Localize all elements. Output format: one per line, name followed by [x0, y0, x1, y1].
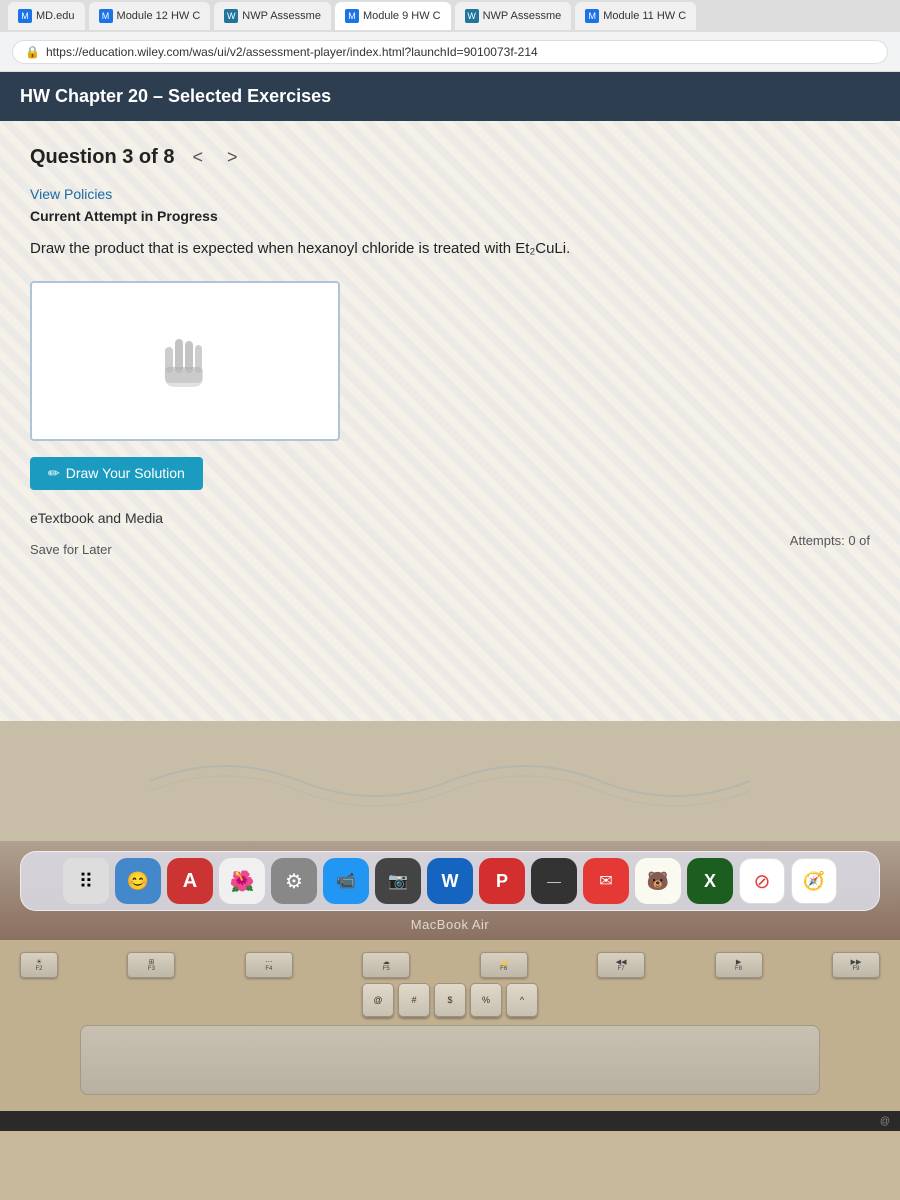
lock-icon: 🔒 [25, 45, 40, 59]
tab-favicon-nwp1: W [224, 9, 238, 23]
next-question-button[interactable]: > [221, 145, 244, 170]
page-header: HW Chapter 20 – Selected Exercises [0, 72, 900, 121]
pencil-icon: ✏ [48, 465, 60, 482]
dock-icon-mail[interactable]: ✉ [583, 858, 629, 904]
address-text: https://education.wiley.com/was/ui/v2/as… [46, 45, 538, 59]
address-bar: 🔒 https://education.wiley.com/was/ui/v2/… [0, 32, 900, 72]
dock-icon-camera[interactable]: 📷 [375, 858, 421, 904]
key-percent[interactable]: % [470, 983, 502, 1017]
dock-icon-powerpoint[interactable]: P [479, 858, 525, 904]
dock-icon-launchpad[interactable]: ⠿ [63, 858, 109, 904]
dock-icon-finder[interactable]: 😊 [115, 858, 161, 904]
drawing-canvas[interactable] [30, 281, 340, 441]
question-number: Question 3 of 8 [30, 146, 174, 169]
address-input[interactable]: 🔒 https://education.wiley.com/was/ui/v2/… [12, 40, 888, 64]
macbook-label: MacBook Air [0, 911, 900, 940]
mac-bottom: ⠿ 😊 A 🌺 ⚙ 📹 📷 W P — ✉ 🐻 X ⊘ 🧭 MacBook Ai… [0, 841, 900, 940]
footer-bar: Save for Later Attempts: 0 of [30, 542, 870, 557]
tab-favicon-mod11: M [585, 9, 599, 23]
key-brightness-icon[interactable]: ☀ F2 [20, 952, 58, 978]
dock-icon-word[interactable]: W [427, 858, 473, 904]
save-later-link[interactable]: Save for Later [30, 542, 112, 557]
key-f9[interactable]: ▶▶ F9 [832, 952, 880, 978]
dock-icon-safari[interactable]: 🧭 [791, 858, 837, 904]
key-at[interactable]: @ [362, 983, 394, 1017]
browser-tabs: M MD.edu M Module 12 HW C W NWP Assessme… [0, 0, 900, 32]
dock-icon-bear[interactable]: 🐻 [635, 858, 681, 904]
tab-module9[interactable]: M Module 9 HW C [335, 2, 451, 30]
view-policies-link[interactable]: View Policies [30, 186, 112, 202]
fn-key-row: ☀ F2 ⊞ F3 ⋯ F4 ☁ F5 🌙 F6 ◀◀ F7 ▶ F8 ▶▶ [20, 952, 880, 978]
tab-favicon-nwp2: W [465, 9, 479, 23]
etextbook-text: eTextbook and Media [30, 510, 163, 526]
keyboard-area: ☀ F2 ⊞ F3 ⋯ F4 ☁ F5 🌙 F6 ◀◀ F7 ▶ F8 ▶▶ [0, 940, 900, 1111]
tab-favicon-md: M [18, 9, 32, 23]
dock-icon-excel[interactable]: X [687, 858, 733, 904]
question-text: Draw the product that is expected when h… [30, 238, 870, 261]
symbol-key-row: @ # $ % ^ [20, 983, 880, 1017]
dock-icon-zoom[interactable]: 📹 [323, 858, 369, 904]
key-dollar[interactable]: $ [434, 983, 466, 1017]
dock-bar: ⠿ 😊 A 🌺 ⚙ 📹 📷 W P — ✉ 🐻 X ⊘ 🧭 [20, 851, 880, 911]
key-hash[interactable]: # [398, 983, 430, 1017]
key-f6[interactable]: 🌙 F6 [480, 952, 528, 978]
key-f3[interactable]: ⊞ F3 [127, 952, 175, 978]
tab-module12[interactable]: M Module 12 HW C [89, 2, 211, 30]
etextbook-link[interactable]: eTextbook and Media [30, 510, 870, 526]
key-caret[interactable]: ^ [506, 983, 538, 1017]
prev-question-button[interactable]: < [186, 145, 209, 170]
tab-module11[interactable]: M Module 11 HW C [575, 2, 696, 30]
draw-solution-button[interactable]: ✏ Draw Your Solution [30, 457, 203, 490]
dock-icon-compass[interactable]: ⊘ [739, 858, 785, 904]
drawing-hand-icon [155, 319, 215, 402]
page-header-text: HW Chapter 20 – Selected Exercises [20, 86, 331, 106]
wave-area [0, 721, 900, 841]
tab-nwp1[interactable]: W NWP Assessme [214, 2, 331, 30]
dock-icon-teams[interactable]: — [531, 858, 577, 904]
tab-nwp2[interactable]: W NWP Assessme [455, 2, 572, 30]
tab-favicon-mod12: M [99, 9, 113, 23]
at-sign: @ [880, 1116, 890, 1127]
tab-favicon-mod9: M [345, 9, 359, 23]
dock-icon-a[interactable]: A [167, 858, 213, 904]
tab-md-edu[interactable]: M MD.edu [8, 2, 85, 30]
dock-icon-photos[interactable]: 🌺 [219, 858, 265, 904]
dock-icon-settings[interactable]: ⚙ [271, 858, 317, 904]
key-f5[interactable]: ☁ F5 [362, 952, 410, 978]
current-attempt-label: Current Attempt in Progress [30, 208, 870, 224]
key-f4[interactable]: ⋯ F4 [245, 952, 293, 978]
question-nav: Question 3 of 8 < > [30, 145, 870, 170]
bottom-bar: @ [0, 1111, 900, 1131]
draw-button-label: Draw Your Solution [66, 465, 185, 481]
attempts-text: Attempts: 0 of [790, 533, 870, 548]
key-f8[interactable]: ▶ F8 [715, 952, 763, 978]
key-f7[interactable]: ◀◀ F7 [597, 952, 645, 978]
main-content: Question 3 of 8 < > View Policies Curren… [0, 121, 900, 721]
trackpad[interactable] [80, 1025, 820, 1095]
